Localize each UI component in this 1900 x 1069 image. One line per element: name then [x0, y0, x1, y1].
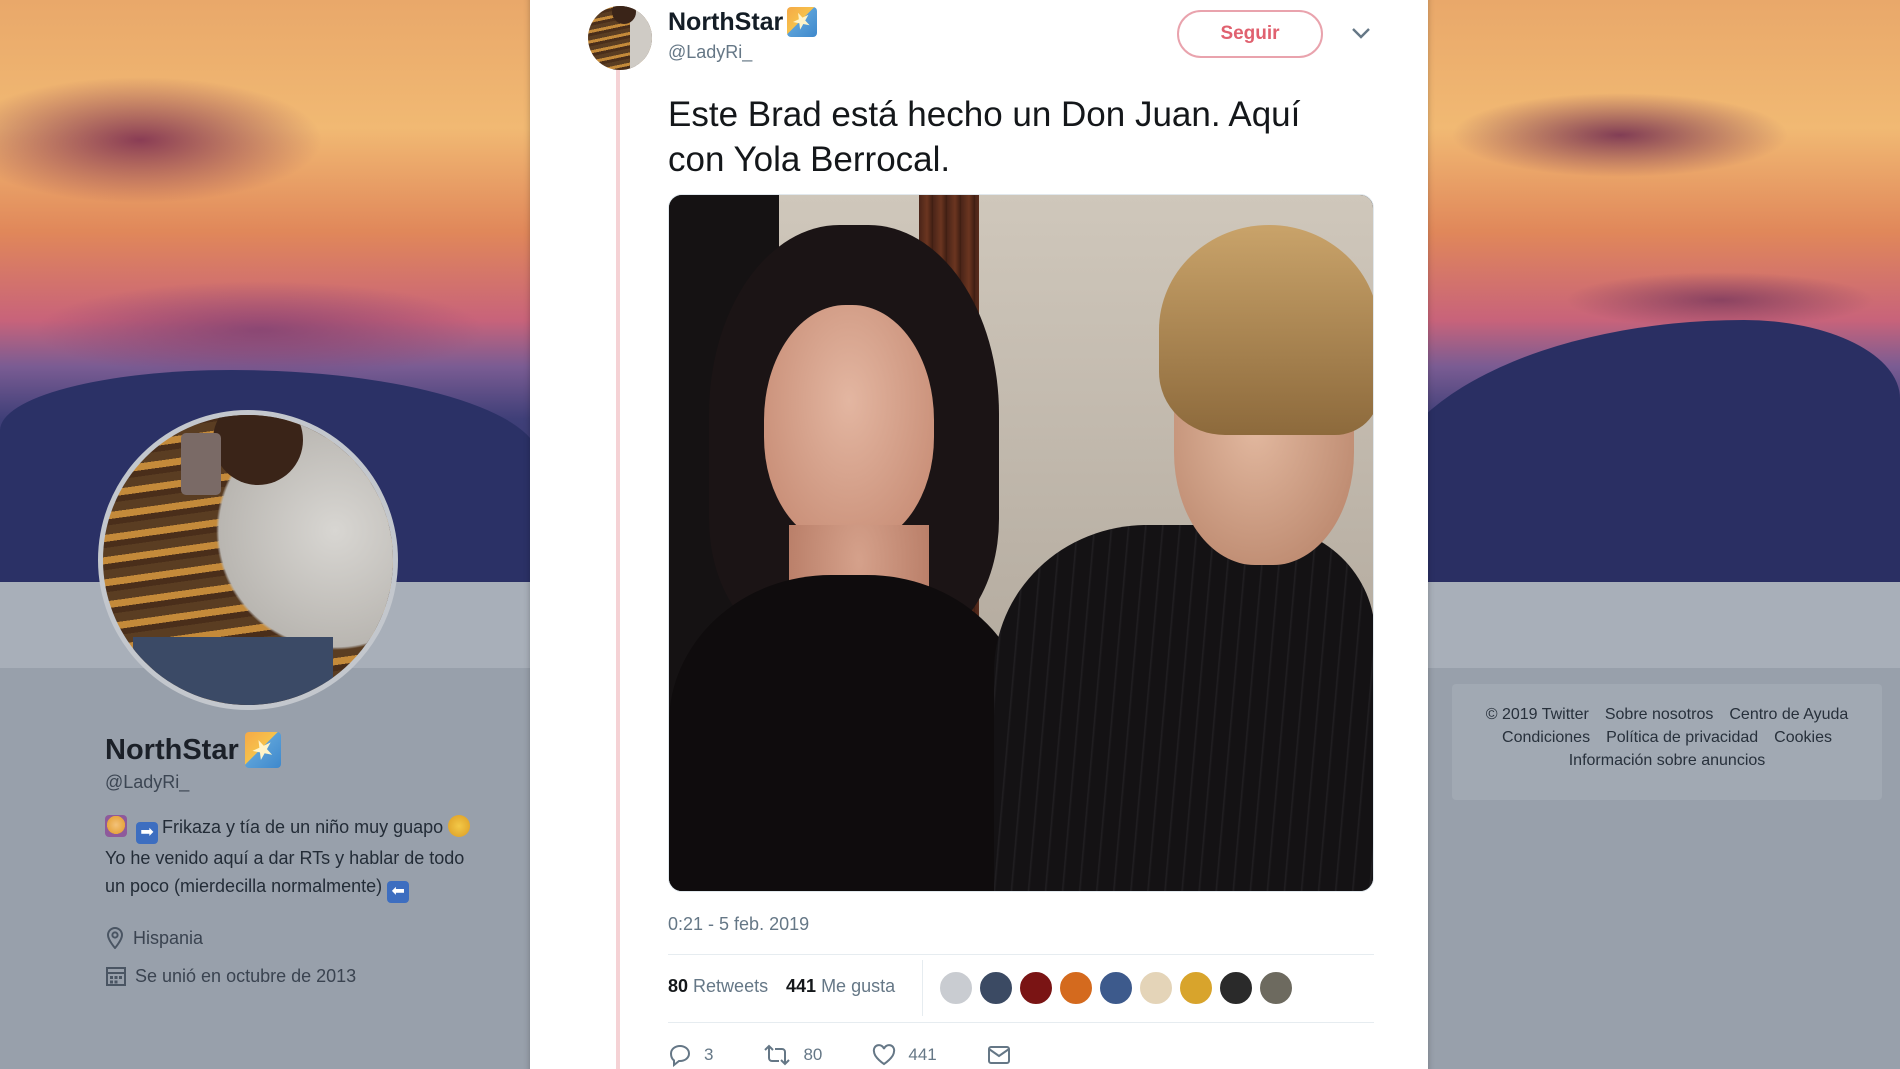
screen: NorthStar @LadyRi_ ➡Frikaza y tía de un … — [0, 0, 1900, 1069]
envelope-icon — [987, 1046, 1010, 1064]
footer-copyright: © 2019 Twitter — [1485, 706, 1589, 723]
liker-avatar[interactable] — [1058, 970, 1094, 1006]
profile-joined: Se unió en octubre de 2013 — [105, 963, 525, 989]
liker-avatar[interactable] — [1098, 970, 1134, 1006]
retweet-icon — [764, 1044, 791, 1066]
tweet-text-line-1: Este Brad está hecho un Don Juan. Aquí — [668, 95, 1301, 134]
footer-links: © 2019 Twitter Sobre nosotros Centro de … — [1452, 684, 1882, 800]
heart-icon — [873, 1044, 896, 1066]
arrow-right-emoji-icon: ➡ — [136, 822, 159, 844]
footer-link-ads-info[interactable]: Información sobre anuncios — [1569, 752, 1766, 770]
retweets-count: 80 — [668, 976, 689, 996]
location-pin-icon — [106, 927, 124, 949]
divider — [668, 1022, 1374, 1023]
liker-avatar[interactable] — [1018, 970, 1054, 1006]
bio-line-1: Frikaza y tía de un niño muy guapo — [162, 817, 444, 837]
tweet-photo[interactable] — [668, 194, 1374, 892]
retweets-label: Retweets — [693, 976, 769, 996]
profile-avatar[interactable] — [98, 410, 398, 710]
shooting-star-emoji-icon — [787, 7, 818, 37]
tweet-author-avatar[interactable] — [588, 6, 652, 70]
direct-message-button[interactable] — [987, 1045, 1011, 1065]
retweets-stat[interactable]: 80 Retweets — [668, 976, 768, 997]
footer-link-terms[interactable]: Condiciones — [1502, 729, 1590, 747]
likes-count: 441 — [786, 976, 817, 996]
profile-info: NorthStar @LadyRi_ ➡Frikaza y tía de un … — [105, 732, 525, 989]
reply-count: 3 — [704, 1045, 714, 1064]
tweet-author-handle[interactable]: @LadyRi_ — [668, 42, 752, 63]
girl-emoji-icon — [105, 815, 127, 837]
chevron-down-icon — [1352, 28, 1370, 39]
joined-text: Se unió en octubre de 2013 — [135, 965, 357, 986]
bio-line-3: un poco (mierdecilla normalmente) — [105, 876, 383, 896]
divider — [922, 960, 923, 1016]
liker-avatar[interactable] — [938, 970, 974, 1006]
bio-line-2: Yo he venido aquí a dar RTs y hablar de … — [105, 848, 465, 868]
divider — [668, 954, 1374, 955]
profile-bio: ➡ Frikaza y tía de un niño muy guapo Yo h… — [105, 813, 515, 903]
tweet-timestamp[interactable]: 0:21 - 5 feb. 2019 — [668, 914, 809, 935]
calendar-icon — [106, 967, 126, 986]
shooting-star-emoji-icon — [244, 732, 281, 768]
liker-avatars — [938, 970, 1294, 1006]
retweet-count: 80 — [803, 1045, 823, 1064]
like-button[interactable]: 441 — [872, 1044, 937, 1066]
more-options-button[interactable] — [1348, 20, 1374, 46]
tweet-author-name-row[interactable]: NorthStar — [668, 6, 818, 38]
profile-name[interactable]: NorthStar — [105, 734, 239, 767]
tweet-text-line-2: con Yola Berrocal. — [668, 140, 951, 179]
tweet-text: Este Brad está hecho un Don Juan. Aquí c… — [668, 92, 1378, 182]
thread-line — [616, 62, 620, 1069]
arrow-left-emoji-icon: ⬅ — [387, 881, 410, 903]
follow-button[interactable]: Seguir — [1177, 10, 1323, 58]
liker-avatar[interactable] — [1218, 970, 1254, 1006]
liker-avatar[interactable] — [1258, 970, 1294, 1006]
liker-avatar[interactable] — [1178, 970, 1214, 1006]
location-text: Hispania — [133, 927, 204, 948]
profile-name-row[interactable]: NorthStar — [105, 732, 525, 768]
footer-link-about[interactable]: Sobre nosotros — [1605, 706, 1714, 724]
reply-icon — [669, 1044, 691, 1067]
footer-link-help[interactable]: Centro de Ayuda — [1729, 706, 1848, 724]
likes-stat[interactable]: 441 Me gusta — [786, 976, 895, 997]
tweet-actions: 3 80 441 — [668, 1040, 1061, 1069]
liker-avatar[interactable] — [978, 970, 1014, 1006]
profile-location: Hispania — [105, 925, 525, 951]
retweet-button[interactable]: 80 — [763, 1044, 822, 1066]
reply-button[interactable]: 3 — [668, 1043, 713, 1067]
tweet-author-name[interactable]: NorthStar — [668, 8, 783, 37]
footer-link-privacy[interactable]: Política de privacidad — [1606, 729, 1758, 747]
face-emoji-icon — [448, 815, 471, 837]
footer-link-cookies[interactable]: Cookies — [1774, 729, 1832, 747]
liker-avatar[interactable] — [1138, 970, 1174, 1006]
like-count: 441 — [908, 1045, 937, 1064]
likes-label: Me gusta — [821, 976, 896, 996]
profile-handle[interactable]: @LadyRi_ — [105, 772, 525, 793]
